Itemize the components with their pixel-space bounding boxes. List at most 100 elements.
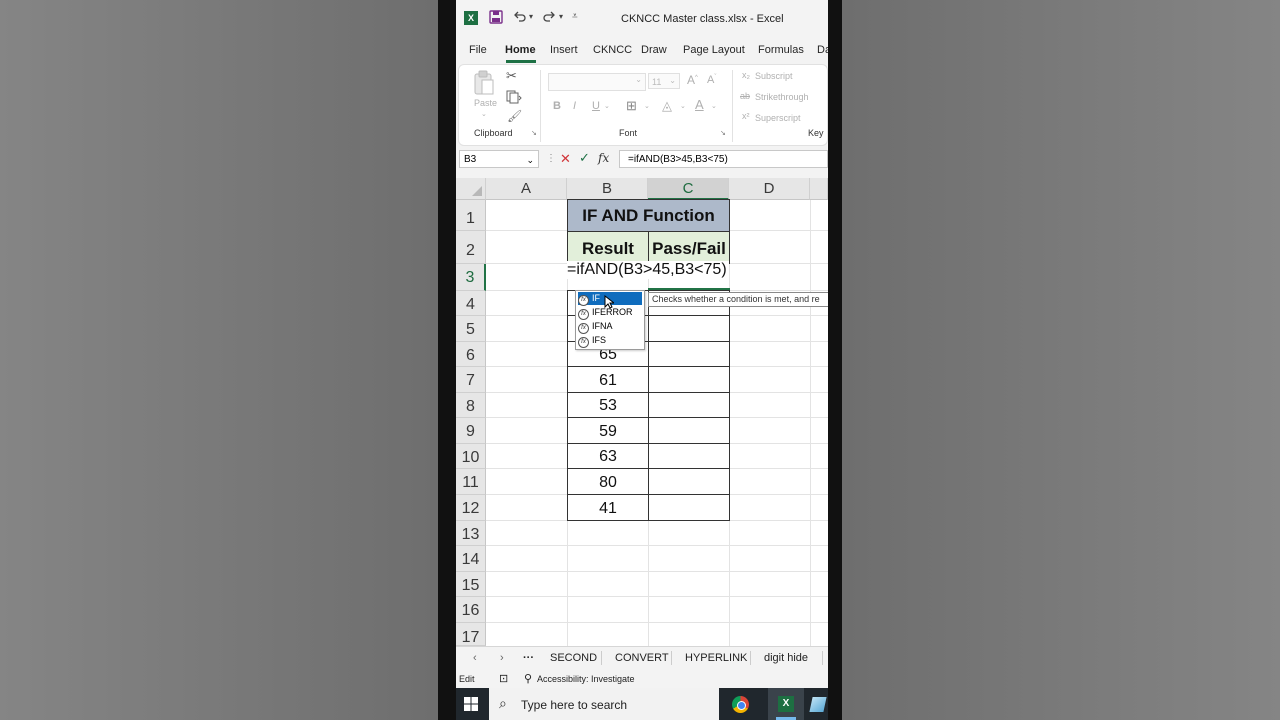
bold-icon[interactable]: B [553,100,561,112]
scroll-right-icon[interactable]: › [500,652,504,664]
table-cell[interactable] [648,315,730,342]
format-painter-icon[interactable]: 🖌 [507,109,522,123]
column-header-e[interactable] [810,178,828,200]
font-color-dropdown-icon[interactable]: ⌄ [711,102,717,110]
increase-font-icon[interactable]: A^ [687,73,698,87]
strikethrough-icon[interactable]: ab [740,91,750,101]
accessibility-status[interactable]: Accessibility: Investigate [537,674,635,684]
borders-dropdown-icon[interactable]: ⌄ [644,102,650,110]
undo-dropdown-icon[interactable]: ▾ [529,12,533,21]
row-header-7[interactable]: 7 [456,367,486,393]
copy-icon[interactable] [506,90,522,109]
superscript-icon[interactable]: x² [742,111,750,121]
row-header-15[interactable]: 15 [456,572,486,597]
windows-start-icon[interactable] [464,697,478,711]
result-value-cell[interactable]: 63 [567,443,649,469]
pass-fail-cell[interactable] [648,366,730,393]
row-header-17[interactable]: 17 [456,623,486,646]
row-header-2[interactable]: 2 [456,231,486,264]
pass-fail-cell[interactable] [648,341,730,367]
result-header-cell[interactable]: Result [567,231,649,264]
autocomplete-item-ifna[interactable]: fx IFNA [578,320,642,334]
tab-draw[interactable]: Draw [641,44,667,56]
decrease-font-icon[interactable]: Aˇ [707,74,716,86]
tab-formulas[interactable]: Formulas [758,44,804,56]
more-options-icon[interactable]: ⋮ [546,153,556,164]
formula-input[interactable]: =ifAND(B3>45,B3<75) [619,150,828,168]
result-value-cell[interactable]: 53 [567,392,649,418]
row-header-16[interactable]: 16 [456,597,486,623]
result-value-cell[interactable]: 61 [567,366,649,393]
row-header-13[interactable]: 13 [456,521,486,546]
enter-icon[interactable]: ✓ [579,150,590,166]
app-taskbar-icon[interactable] [809,697,827,712]
active-cell-editor[interactable]: =ifAND(B3>45,B3<75) [567,261,729,279]
pass-fail-cell[interactable] [648,443,730,469]
accessibility-icon[interactable]: ⚲ [524,672,532,685]
more-sheets-icon[interactable]: ··· [523,652,534,664]
tab-data[interactable]: Da [817,44,828,56]
sheet-tab-hyperlink[interactable]: HYPERLINK [685,652,747,664]
row-header-14[interactable]: 14 [456,546,486,572]
strikethrough-label[interactable]: Strikethrough [755,92,809,102]
pass-fail-cell[interactable] [648,417,730,444]
column-header-c[interactable]: C [648,178,729,200]
name-box[interactable]: B3 ⌄ [459,150,539,168]
column-header-d[interactable]: D [729,178,810,200]
autocomplete-item-ifs[interactable]: fx IFS [578,334,642,348]
excel-taskbar-button[interactable]: X [768,688,804,720]
underline-icon[interactable]: U [592,100,600,112]
worksheet-grid[interactable]: A B C D 1 2 3 4 5 6 7 8 9 10 11 12 13 14… [456,178,828,646]
taskbar-search-box[interactable]: ⌕ Type here to search [489,688,719,720]
tab-page-layout[interactable]: Page Layout [683,44,745,56]
result-value-cell[interactable]: 41 [567,494,649,521]
row-header-8[interactable]: 8 [456,393,486,418]
font-launcher-icon[interactable]: ↘ [720,129,726,137]
row-header-4[interactable]: 4 [456,291,486,316]
sheet-tab-convert[interactable]: CONVERT [615,652,669,664]
font-size-select[interactable]: 11 ⌄ [648,73,680,89]
table-title-cell[interactable]: IF AND Function [567,199,730,232]
italic-icon[interactable]: I [573,100,576,112]
fill-color-icon[interactable]: ◬ [662,98,672,114]
sheet-tab-digit-hide[interactable]: digit hide [764,652,808,664]
row-header-9[interactable]: 9 [456,418,486,444]
clipboard-launcher-icon[interactable]: ↘ [531,129,537,137]
tab-insert[interactable]: Insert [550,44,578,56]
paste-dropdown-icon[interactable]: ⌄ [481,110,487,118]
fill-color-dropdown-icon[interactable]: ⌄ [680,102,686,110]
font-name-select[interactable]: ⌄ [548,73,646,91]
redo-icon[interactable] [542,10,556,27]
chevron-down-icon[interactable]: ⌄ [526,151,534,169]
scroll-left-icon[interactable]: ‹ [473,652,477,664]
column-header-a[interactable]: A [486,178,567,200]
subscript-icon[interactable]: x₂ [742,70,750,80]
redo-dropdown-icon[interactable]: ▾ [559,12,563,21]
row-header-3[interactable]: 3 [456,264,486,291]
row-header-1[interactable]: 1 [456,200,486,231]
insert-function-icon[interactable]: fx [598,151,609,165]
pass-fail-cell[interactable] [648,468,730,495]
sheet-tab-second[interactable]: SECOND [550,652,597,664]
cancel-icon[interactable]: ✕ [560,151,571,167]
undo-icon[interactable] [513,10,527,27]
superscript-label[interactable]: Superscript [755,113,801,123]
result-value-cell[interactable]: 80 [567,468,649,495]
customize-toolbar-icon[interactable]: ⩡ [572,11,578,22]
underline-dropdown-icon[interactable]: ⌄ [604,102,610,110]
column-header-b[interactable]: B [567,178,648,200]
tab-file[interactable]: File [469,44,487,56]
row-header-5[interactable]: 5 [456,316,486,342]
macro-record-icon[interactable]: ⊡ [499,672,508,685]
tab-ckncc[interactable]: CKNCC [593,44,632,56]
row-header-10[interactable]: 10 [456,444,486,469]
subscript-label[interactable]: Subscript [755,71,793,81]
font-color-icon[interactable]: A [695,97,704,112]
paste-icon[interactable] [473,70,495,101]
chrome-icon[interactable] [732,696,749,713]
pass-fail-cell[interactable] [648,392,730,418]
row-header-11[interactable]: 11 [456,469,486,495]
row-header-12[interactable]: 12 [456,495,486,521]
borders-icon[interactable]: ⊞ [626,98,637,114]
pass-fail-header-cell[interactable]: Pass/Fail [648,231,730,264]
